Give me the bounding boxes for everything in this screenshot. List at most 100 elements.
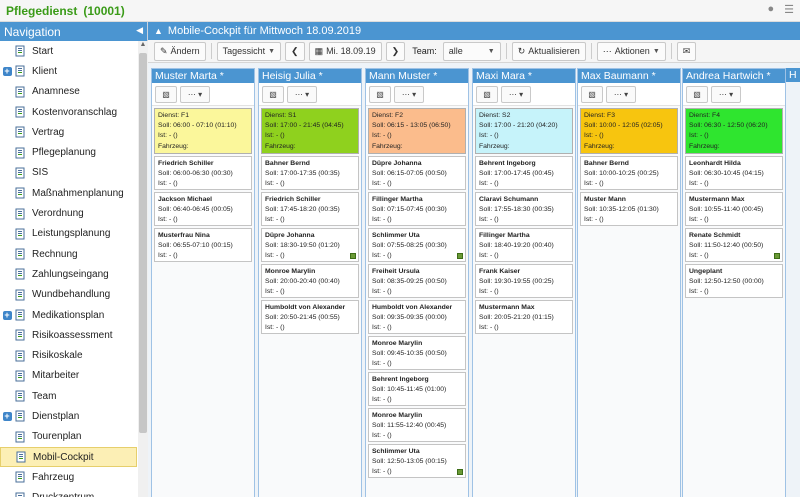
map-icon[interactable]: ▧ bbox=[581, 85, 603, 103]
sidebar-item[interactable]: Verordnung bbox=[0, 203, 137, 223]
duty-card[interactable]: Dienst: F4 Soll: 06:30 - 12:50 (06:20) Ist… bbox=[685, 108, 783, 154]
sidebar-item[interactable]: + Klient bbox=[0, 61, 137, 81]
map-icon[interactable]: ▧ bbox=[686, 85, 708, 103]
note-icon[interactable] bbox=[774, 253, 780, 259]
sidebar-item[interactable]: Start bbox=[0, 41, 137, 61]
sidebar-item[interactable]: + Medikationsplan bbox=[0, 305, 137, 325]
visit-card[interactable]: Schlimmer Uta Soll: 07:55-08:25 (00:30) Is… bbox=[368, 228, 466, 262]
sidebar-scrollbar[interactable]: ▲ bbox=[138, 41, 148, 497]
sidebar-item[interactable]: Pflegeplanung bbox=[0, 142, 137, 162]
sidebar-item[interactable]: Mobil-Cockpit bbox=[0, 446, 137, 468]
duty-card[interactable]: Dienst: F3 Soll: 10:00 - 12:05 (02:05) Ist… bbox=[580, 108, 678, 154]
plus-icon[interactable]: + bbox=[2, 66, 12, 76]
scroll-up-icon[interactable]: ▲ bbox=[139, 41, 147, 50]
visit-card[interactable]: Humboldt von Alexander Soll: 20:50-21:45 … bbox=[261, 300, 359, 334]
visit-card[interactable]: Monroe Marylin Soll: 09:45-10:35 (00:50) I… bbox=[368, 336, 466, 370]
note-icon[interactable] bbox=[457, 469, 463, 475]
sidebar-item[interactable]: Kostenvoranschlag bbox=[0, 102, 137, 122]
more-button[interactable]: ⋯ ▾ bbox=[287, 85, 317, 103]
prev-day-button[interactable]: ❮ bbox=[285, 41, 305, 61]
visit-card[interactable]: Leonhardt Hilda Soll: 06:30-10:45 (04:15)… bbox=[685, 156, 783, 190]
sidebar-item[interactable]: Risikoskale bbox=[0, 345, 137, 365]
visit-card[interactable]: Schlimmer Uta Soll: 12:50-13:05 (00:15) Is… bbox=[368, 444, 466, 478]
visit-card[interactable]: Freiheit Ursula Soll: 08:35-09:25 (00:50)… bbox=[368, 264, 466, 298]
visit-card[interactable]: Behrent Ingeborg Soll: 17:00-17:45 (00:45… bbox=[475, 156, 573, 190]
column-header[interactable]: Maxi Mara * bbox=[473, 69, 575, 83]
plus-icon[interactable]: + bbox=[2, 411, 12, 421]
visit-card[interactable]: Muster Mann Soll: 10:35-12:05 (01:30) Ist:… bbox=[580, 192, 678, 226]
more-button[interactable]: ⋯ ▾ bbox=[606, 85, 636, 103]
visit-card[interactable]: Bahner Bernd Soll: 17:00-17:35 (00:35) Ist… bbox=[261, 156, 359, 190]
scroll-thumb[interactable] bbox=[139, 53, 147, 433]
column-header[interactable]: Max Baumann * bbox=[578, 69, 680, 83]
more-button[interactable]: ⋯ ▾ bbox=[711, 85, 741, 103]
visit-card[interactable]: Monroe Marylin Soll: 20:00-20:40 (00:40) I… bbox=[261, 264, 359, 298]
sidebar-item[interactable]: Maßnahmenplanung bbox=[0, 183, 137, 203]
visit-card[interactable]: Fillinger Martha Soll: 07:15-07:45 (00:30… bbox=[368, 192, 466, 226]
column-header[interactable]: Andrea Hartwich * bbox=[683, 69, 785, 83]
actions-button[interactable]: ⋯ Aktionen ▼ bbox=[596, 41, 666, 61]
visit-card[interactable]: Jackson Michael Soll: 06:40-06:45 (00:05)… bbox=[154, 192, 252, 226]
visit-card[interactable]: Frank Kaiser Soll: 19:30-19:55 (00:25) Ist… bbox=[475, 264, 573, 298]
duty-card[interactable]: Dienst: F2 Soll: 06:15 - 13:05 (06:50) Ist… bbox=[368, 108, 466, 154]
visit-card[interactable]: Humboldt von Alexander Soll: 09:35-09:35 … bbox=[368, 300, 466, 334]
refresh-button[interactable]: ↻ Aktualisieren bbox=[511, 41, 586, 61]
more-button[interactable]: ⋯ ▾ bbox=[180, 85, 210, 103]
team-select[interactable]: alle ▼ bbox=[442, 41, 501, 61]
more-button[interactable]: ⋯ ▾ bbox=[394, 85, 424, 103]
sidebar-item[interactable]: Vertrag bbox=[0, 122, 137, 142]
map-icon[interactable]: ▧ bbox=[476, 85, 498, 103]
visit-card[interactable]: Fillinger Martha Soll: 18:40-19:20 (00:40… bbox=[475, 228, 573, 262]
expand-icon[interactable]: + bbox=[0, 411, 14, 421]
column-header[interactable]: Heisig Julia * bbox=[259, 69, 361, 83]
menu-icon[interactable]: ☰ bbox=[784, 3, 794, 16]
visit-card[interactable]: Mustermann Max Soll: 10:55-11:40 (00:45) I… bbox=[685, 192, 783, 226]
sidebar-item[interactable]: Zahlungseingang bbox=[0, 264, 137, 284]
visit-card[interactable]: Ungeplant Soll: 12:50-12:50 (00:00) Ist: -… bbox=[685, 264, 783, 298]
sidebar-item[interactable]: Team bbox=[0, 386, 137, 406]
more-button[interactable]: ⋯ ▾ bbox=[501, 85, 531, 103]
map-icon[interactable]: ▧ bbox=[369, 85, 391, 103]
visit-card[interactable]: Friedrich Schiller Soll: 06:00-06:30 (00:… bbox=[154, 156, 252, 190]
sidebar-item[interactable]: Wundbehandlung bbox=[0, 285, 137, 305]
date-picker[interactable]: ▦ Mi. 18.09.19 bbox=[308, 41, 382, 61]
sidebar-item[interactable]: Druckzentrum bbox=[0, 488, 137, 497]
sidebar-item[interactable]: Fahrzeug bbox=[0, 467, 137, 487]
visit-card[interactable]: Friedrich Schiller Soll: 17:45-18:20 (00:… bbox=[261, 192, 359, 226]
visit-card[interactable]: Behrent Ingeborg Soll: 10:45-11:45 (01:00… bbox=[368, 372, 466, 406]
note-icon[interactable] bbox=[350, 253, 356, 259]
column-header[interactable]: Mann Muster * bbox=[366, 69, 468, 83]
user-icon[interactable]: ● bbox=[767, 3, 774, 16]
sidebar-item[interactable]: Leistungsplanung bbox=[0, 224, 137, 244]
visit-card[interactable]: Claravi Schumann Soll: 17:55-18:30 (00:35… bbox=[475, 192, 573, 226]
column-header[interactable]: Muster Marta * bbox=[152, 69, 254, 83]
duty-card[interactable]: Dienst: S1 Soll: 17:00 - 21:45 (04:45) Ist… bbox=[261, 108, 359, 154]
map-icon[interactable]: ▧ bbox=[155, 85, 177, 103]
visit-card[interactable]: Düpre Johanna Soll: 06:15-07:05 (00:50) Is… bbox=[368, 156, 466, 190]
expand-icon[interactable]: + bbox=[0, 310, 14, 320]
visit-card[interactable]: Bahner Bernd Soll: 10:00-10:25 (00:25) Ist… bbox=[580, 156, 678, 190]
duty-card[interactable]: Dienst: S2 Soll: 17:00 - 21:20 (04:20) Ist… bbox=[475, 108, 573, 154]
sidebar-item[interactable]: SIS bbox=[0, 163, 137, 183]
sidebar-item[interactable]: Mitarbeiter bbox=[0, 366, 137, 386]
sidebar-item[interactable]: + Dienstplan bbox=[0, 406, 137, 426]
sidebar-item[interactable]: Tourenplan bbox=[0, 427, 137, 447]
collapse-icon[interactable]: ◀ bbox=[136, 25, 143, 36]
duty-card[interactable]: Dienst: F1 Soll: 06:00 - 07:10 (01:10) Ist… bbox=[154, 108, 252, 154]
visit-card[interactable]: Musterfrau Nina Soll: 06:55-07:10 (00:15)… bbox=[154, 228, 252, 262]
sidebar-item[interactable]: Anamnese bbox=[0, 82, 137, 102]
map-icon[interactable]: ▧ bbox=[262, 85, 284, 103]
note-icon[interactable] bbox=[457, 253, 463, 259]
visit-card[interactable]: Monroe Marylin Soll: 11:55-12:40 (00:45) I… bbox=[368, 408, 466, 442]
expand-icon[interactable]: + bbox=[0, 66, 14, 76]
view-select[interactable]: Tagessicht ▼ bbox=[216, 41, 282, 61]
chat-button[interactable]: ✉ bbox=[676, 41, 697, 61]
edit-button[interactable]: ✎ Ändern bbox=[154, 41, 206, 61]
sidebar-item[interactable]: Rechnung bbox=[0, 244, 137, 264]
visit-card[interactable]: Düpre Johanna Soll: 18:30-19:50 (01:20) Is… bbox=[261, 228, 359, 262]
visit-card[interactable]: Mustermann Max Soll: 20:05-21:20 (01:15) I… bbox=[475, 300, 573, 334]
plus-icon[interactable]: + bbox=[2, 310, 12, 320]
next-day-button[interactable]: ❯ bbox=[385, 41, 406, 61]
visit-card[interactable]: Renate Schmidt Soll: 11:50-12:40 (00:50) I… bbox=[685, 228, 783, 262]
sidebar-item[interactable]: Risikoassessment bbox=[0, 325, 137, 345]
